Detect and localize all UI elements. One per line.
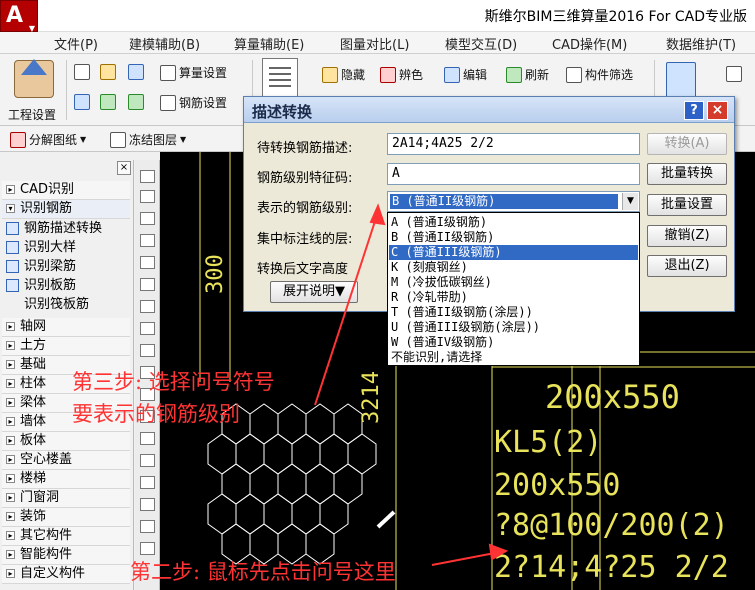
annotation-arrows <box>314 203 509 566</box>
step3-annotation-line1: 第三步: 选择问号符号 <box>72 370 275 394</box>
step3-annotation-line2: 要表示的钢筋级别 <box>72 402 240 426</box>
step2-annotation: 第二步: 鼠标先点击问号这里 <box>130 560 396 584</box>
